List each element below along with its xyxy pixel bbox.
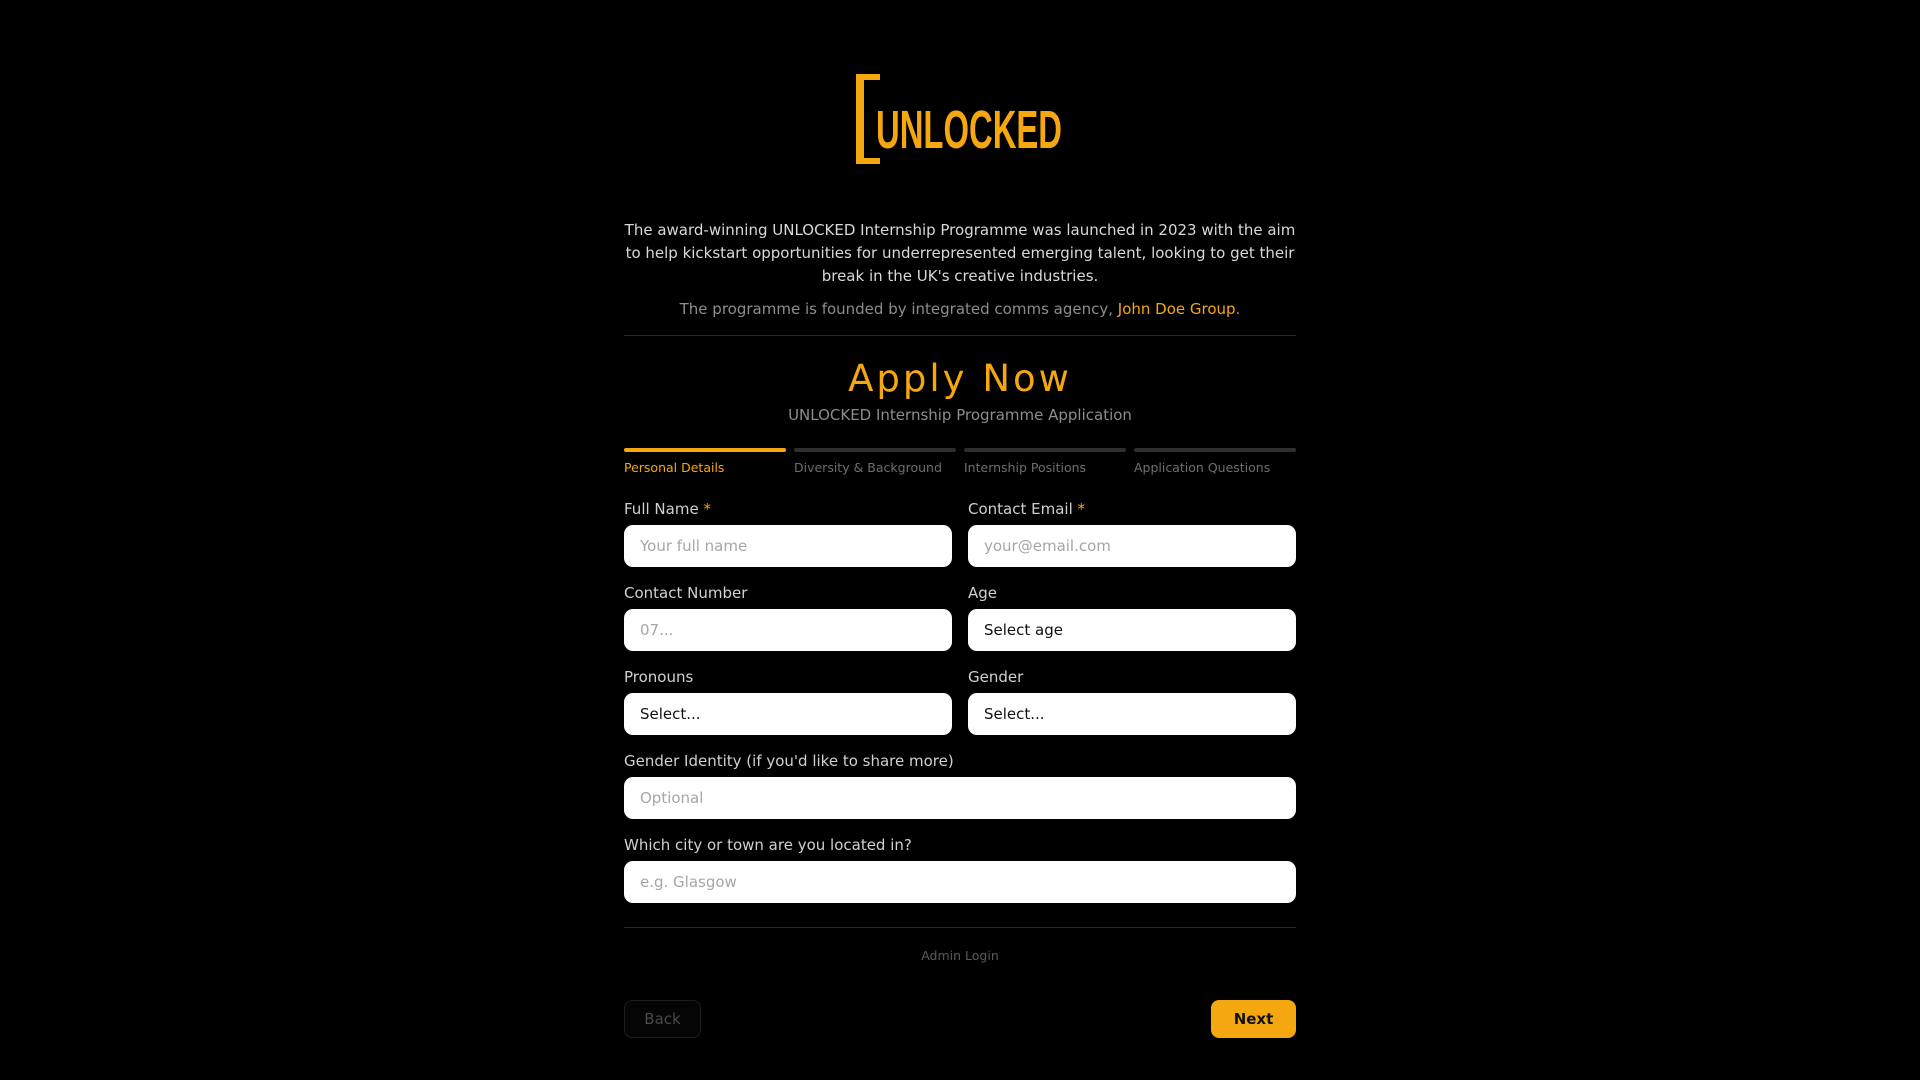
gender-identity-label: Gender Identity (if you'd like to share … — [624, 752, 954, 770]
contact-email-field: Contact Email * — [968, 500, 1296, 567]
gender-identity-field: Gender Identity (if you'd like to share … — [624, 752, 1296, 819]
required-mark: * — [1077, 500, 1086, 518]
step-bar — [1134, 448, 1296, 452]
contact-email-input[interactable] — [968, 525, 1296, 567]
step-bar — [624, 448, 786, 452]
step-bar — [794, 448, 956, 452]
unlocked-logo: UNLOCKED — [856, 74, 1064, 164]
step-label: Diversity & Background — [794, 460, 942, 475]
contact-number-input[interactable] — [624, 609, 952, 651]
page-subtitle: UNLOCKED Internship Programme Applicatio… — [788, 406, 1132, 424]
step-diversity-background: Diversity & Background — [794, 448, 956, 476]
pronouns-field: Pronouns Select... — [624, 668, 952, 735]
svg-text:UNLOCKED: UNLOCKED — [876, 100, 1062, 160]
full-name-label-text: Full Name — [624, 500, 699, 518]
john-doe-group-link[interactable]: John Doe Group — [1118, 300, 1236, 318]
step-application-questions: Application Questions — [1134, 448, 1296, 476]
required-mark: * — [703, 500, 711, 518]
back-button[interactable]: Back — [624, 1000, 701, 1038]
gender-field: Gender Select... — [968, 668, 1296, 735]
age-label: Age — [968, 584, 998, 602]
contact-email-label: Contact Email * — [968, 500, 1296, 519]
step-label: Internship Positions — [964, 460, 1087, 475]
contact-email-label-text: Contact Email — [968, 500, 1073, 518]
admin-login-link[interactable]: Admin Login — [624, 948, 1296, 964]
pronouns-label: Pronouns — [624, 668, 694, 686]
age-select[interactable]: Select age — [968, 609, 1296, 651]
full-name-field: Full Name * — [624, 500, 952, 567]
gender-select[interactable]: Select... — [968, 693, 1296, 735]
city-field: Which city or town are you located in? — [624, 836, 1296, 903]
intro-description: The award-winning UNLOCKED Internship Pr… — [624, 221, 1296, 285]
contact-number-label: Contact Number — [624, 584, 748, 602]
page-title: Apply Now — [848, 357, 1072, 400]
contact-number-field: Contact Number — [624, 584, 952, 651]
step-label: Application Questions — [1134, 460, 1271, 475]
next-button[interactable]: Next — [1211, 1000, 1296, 1038]
gender-label: Gender — [968, 668, 1024, 686]
step-internship-positions: Internship Positions — [964, 448, 1126, 476]
step-label: Personal Details — [624, 460, 725, 475]
city-label: Which city or town are you located in? — [624, 836, 912, 854]
full-name-label: Full Name * — [624, 500, 952, 519]
founded-suffix: . — [1235, 300, 1241, 318]
top-divider — [624, 335, 1296, 336]
age-field: Age Select age — [968, 584, 1296, 651]
founded-prefix: The programme is founded by integrated c… — [679, 300, 1118, 318]
city-input[interactable] — [624, 861, 1296, 903]
application-page: UNLOCKED The award-winning UNLOCKED Inte… — [0, 0, 1920, 1080]
step-bar — [964, 448, 1126, 452]
full-name-input[interactable] — [624, 525, 952, 567]
step-personal-details: Personal Details — [624, 448, 786, 476]
bottom-divider — [624, 927, 1296, 928]
gender-identity-input[interactable] — [624, 777, 1296, 819]
founded-note: The programme is founded by integrated c… — [624, 298, 1296, 321]
pronouns-select[interactable]: Select... — [624, 693, 952, 735]
step-progress: Personal Details Diversity & Background … — [624, 448, 1296, 476]
